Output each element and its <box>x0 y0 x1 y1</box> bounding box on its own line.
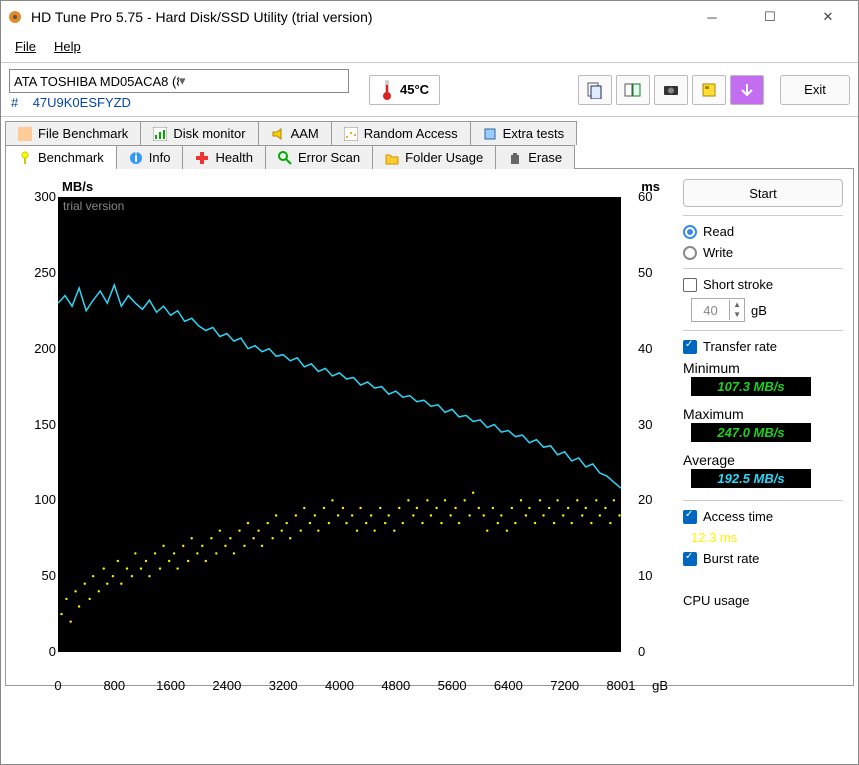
y-right-tick: 60 <box>638 189 666 204</box>
y-left-tick: 150 <box>16 417 56 432</box>
x-tick: 2400 <box>212 678 242 693</box>
temperature-display: 45°C <box>369 75 440 105</box>
tab-health[interactable]: Health <box>182 145 266 169</box>
device-select[interactable]: ATA TOSHIBA MD05ACA8 (8001 gB) ▾ <box>9 69 349 93</box>
check-transfer-rate[interactable]: Transfer rate <box>683 339 843 354</box>
copy-data-button[interactable] <box>616 75 650 105</box>
toolbar: ATA TOSHIBA MD05ACA8 (8001 gB) ▾ # 47U9K… <box>1 63 858 117</box>
y-left-label: MB/s <box>62 179 93 194</box>
screenshot-button[interactable] <box>654 75 688 105</box>
device-serial[interactable]: # 47U9K0ESFYZD <box>9 93 349 110</box>
tab-disk-monitor[interactable]: Disk monitor <box>140 121 258 145</box>
x-tick: 0 <box>43 678 73 693</box>
y-right-tick: 40 <box>638 341 666 356</box>
tab-folder-usage[interactable]: Folder Usage <box>372 145 496 169</box>
y-right-tick: 20 <box>638 492 666 507</box>
menubar: File Help <box>1 33 858 63</box>
y-left-tick: 50 <box>16 568 56 583</box>
radio-read[interactable]: Read <box>683 224 843 239</box>
y-left-tick: 300 <box>16 189 56 204</box>
svg-text:i: i <box>134 151 138 165</box>
cpu-value: 8.9% <box>691 614 811 629</box>
check-burst-rate[interactable]: Burst rate <box>683 551 843 566</box>
app-icon <box>7 9 23 25</box>
chevron-down-icon: ▾ <box>179 73 344 89</box>
burst-value: 328.4 MB/s <box>691 572 811 587</box>
copy-info-button[interactable] <box>578 75 612 105</box>
x-tick: 4800 <box>381 678 411 693</box>
cpu-label: CPU usage <box>683 593 843 608</box>
tab-aam[interactable]: AAM <box>258 121 332 145</box>
tab-random-access[interactable]: Random Access <box>331 121 471 145</box>
window-title: HD Tune Pro 5.75 - Hard Disk/SSD Utility… <box>31 9 698 25</box>
tab-container: File Benchmark Disk monitor AAM Random A… <box>1 117 858 686</box>
short-stroke-spinner[interactable]: 40▲▼ <box>691 298 745 322</box>
tab-info[interactable]: iInfo <box>116 145 184 169</box>
x-tick: 7200 <box>550 678 580 693</box>
y-left-tick: 250 <box>16 265 56 280</box>
min-value: 107.3 MB/s <box>691 377 811 396</box>
benchmark-pane: MB/s ms trial version gB 300250200150100… <box>5 168 854 686</box>
side-panel: Start Read Write Short stroke 40▲▼ gB Tr… <box>683 179 843 675</box>
y-right-tick: 0 <box>638 644 666 659</box>
x-tick: 1600 <box>156 678 186 693</box>
x-tick: 4000 <box>325 678 355 693</box>
maximize-button[interactable]: ☐ <box>756 3 784 31</box>
chart-plot: trial version <box>58 197 621 652</box>
x-right-label: gB <box>652 678 668 693</box>
check-access-time[interactable]: Access time <box>683 509 843 524</box>
x-tick: 3200 <box>268 678 298 693</box>
avg-label: Average <box>683 452 843 468</box>
x-tick: 6400 <box>493 678 523 693</box>
tab-extra-tests[interactable]: Extra tests <box>470 121 577 145</box>
tab-file-benchmark[interactable]: File Benchmark <box>5 121 141 145</box>
max-label: Maximum <box>683 406 843 422</box>
min-label: Minimum <box>683 360 843 376</box>
avg-value: 192.5 MB/s <box>691 469 811 488</box>
y-right-tick: 30 <box>638 417 666 432</box>
y-right-tick: 50 <box>638 265 666 280</box>
options-button[interactable] <box>692 75 726 105</box>
y-left-tick: 0 <box>16 644 56 659</box>
check-short-stroke[interactable]: Short stroke <box>683 277 843 292</box>
chart-area: MB/s ms trial version gB 300250200150100… <box>16 179 673 675</box>
minimize-button[interactable]: ─ <box>698 3 726 31</box>
y-left-tick: 200 <box>16 341 56 356</box>
tab-benchmark[interactable]: Benchmark <box>5 145 117 169</box>
tab-erase[interactable]: Erase <box>495 145 575 169</box>
start-button[interactable]: Start <box>683 179 843 207</box>
radio-write[interactable]: Write <box>683 245 843 260</box>
close-button[interactable]: ✕ <box>814 3 842 31</box>
x-tick: 800 <box>99 678 129 693</box>
x-tick: 5600 <box>437 678 467 693</box>
thermometer-icon <box>380 79 394 101</box>
x-tick: 8001 <box>606 678 636 693</box>
y-left-tick: 100 <box>16 492 56 507</box>
y-right-tick: 10 <box>638 568 666 583</box>
save-button[interactable] <box>730 75 764 105</box>
exit-button[interactable]: Exit <box>780 75 850 105</box>
tab-error-scan[interactable]: Error Scan <box>265 145 373 169</box>
max-value: 247.0 MB/s <box>691 423 811 442</box>
menu-file[interactable]: File <box>9 37 42 56</box>
access-value: 12.3 ms <box>691 530 811 545</box>
titlebar: HD Tune Pro 5.75 - Hard Disk/SSD Utility… <box>1 1 858 33</box>
device-selected: ATA TOSHIBA MD05ACA8 (8001 gB) <box>14 74 179 89</box>
menu-help[interactable]: Help <box>48 37 87 56</box>
short-stroke-unit: gB <box>751 303 767 318</box>
